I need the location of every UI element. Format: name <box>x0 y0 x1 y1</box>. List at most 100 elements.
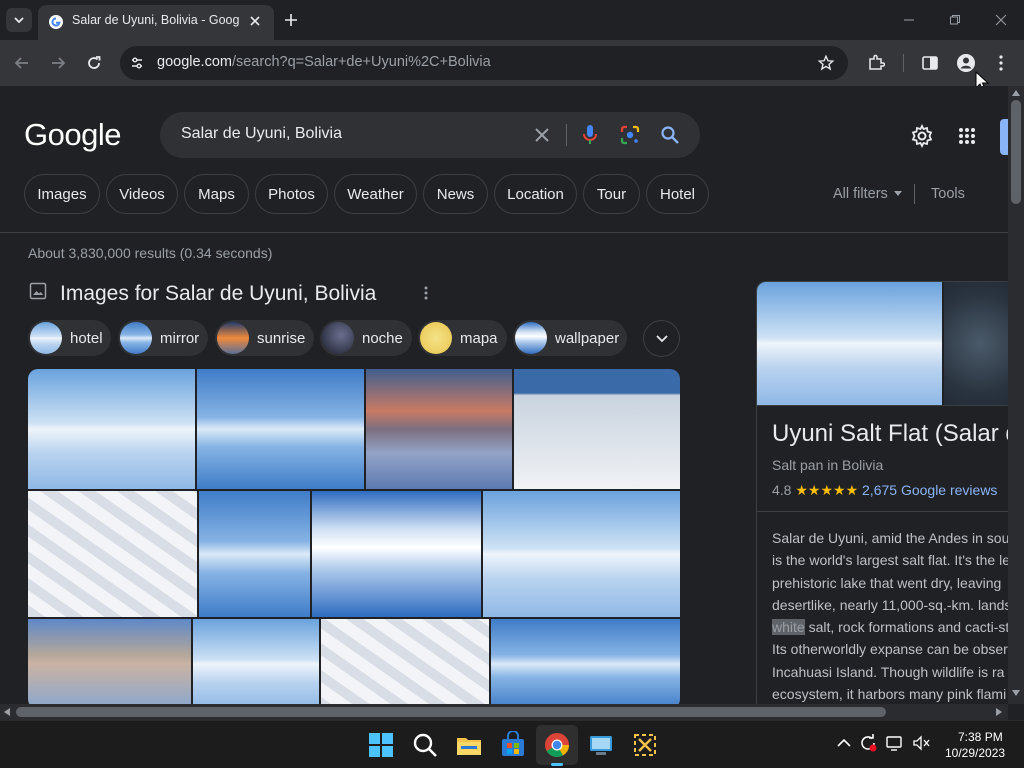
google-logo[interactable]: Google <box>24 117 121 153</box>
filter-images[interactable]: Images <box>24 174 100 214</box>
tab-active[interactable]: Salar de Uyuni, Bolivia - Google <box>38 5 274 40</box>
lens-icon[interactable] <box>620 125 640 145</box>
filter-maps[interactable]: Maps <box>184 174 249 214</box>
show-hidden-icons-icon[interactable] <box>837 738 851 748</box>
filter-videos[interactable]: Videos <box>106 174 178 214</box>
rating-row: 4.8 ★★★★★ 2,675 Google reviews <box>772 482 997 499</box>
filter-tour[interactable]: Tour <box>583 174 640 214</box>
clock-time[interactable]: 7:38 PM <box>958 730 1003 744</box>
search-input[interactable]: Salar de Uyuni, Bolivia <box>181 125 342 143</box>
image-result[interactable] <box>491 619 680 704</box>
knowledge-panel-description: Salar de Uyuni, amid the Andes in sou is… <box>772 527 1008 704</box>
image-chip-mirror[interactable]: mirror <box>118 320 208 356</box>
address-bar[interactable]: google.com/search?q=Salar+de+Uyuni%2C+Bo… <box>120 46 848 80</box>
restore-icon[interactable] <box>949 14 961 26</box>
vertical-scrollbar[interactable] <box>1008 86 1024 704</box>
reviews-link[interactable]: 2,675 Google reviews <box>862 482 997 498</box>
knowledge-panel-map[interactable] <box>944 282 1008 405</box>
horizontal-scrollbar[interactable] <box>0 704 1008 720</box>
clock-date[interactable]: 10/29/2023 <box>945 746 1005 760</box>
scroll-left-arrow-icon[interactable] <box>4 708 10 716</box>
images-section-title[interactable]: Images for Salar de Uyuni, Bolivia <box>60 282 376 306</box>
filter-weather[interactable]: Weather <box>334 174 417 214</box>
chip-thumbnail <box>515 322 547 354</box>
filter-news[interactable]: News <box>423 174 488 214</box>
image-result[interactable] <box>514 369 680 489</box>
image-result[interactable] <box>28 491 197 617</box>
image-chip-hotel[interactable]: hotel <box>28 320 111 356</box>
description-line: Its otherworldly expanse can be obser <box>772 641 1008 658</box>
highlighted-word: white <box>772 619 805 636</box>
clear-icon[interactable] <box>534 127 550 143</box>
reload-icon[interactable] <box>86 55 102 71</box>
chip-thumbnail <box>217 322 249 354</box>
knowledge-panel-photo[interactable] <box>757 282 942 405</box>
side-panel-icon[interactable] <box>921 54 939 72</box>
image-result[interactable] <box>321 619 489 704</box>
image-result[interactable] <box>193 619 319 704</box>
forward-icon[interactable] <box>50 55 66 71</box>
image-result[interactable] <box>312 491 481 617</box>
image-result[interactable] <box>28 369 195 489</box>
taskbar-search-icon[interactable] <box>411 731 439 759</box>
bookmark-star-icon[interactable] <box>817 54 835 72</box>
resize-tool-icon[interactable] <box>631 731 659 759</box>
horizontal-scroll-thumb[interactable] <box>16 707 886 717</box>
apps-grid-icon[interactable] <box>958 127 976 145</box>
description-line: prehistoric lake that went dry, leaving <box>772 574 1002 591</box>
image-chip-noche[interactable]: noche <box>320 320 412 356</box>
search-icon[interactable] <box>660 125 680 145</box>
search-box[interactable]: Salar de Uyuni, Bolivia <box>160 112 700 158</box>
filter-hotel[interactable]: Hotel <box>646 174 709 214</box>
close-tab-icon[interactable] <box>248 14 262 28</box>
scroll-right-arrow-icon[interactable] <box>996 708 1002 716</box>
image-result[interactable] <box>197 369 364 489</box>
file-explorer-icon[interactable] <box>455 731 483 759</box>
image-result[interactable] <box>366 369 512 489</box>
microphone-icon[interactable] <box>582 124 598 146</box>
chip-label: noche <box>362 329 403 347</box>
scroll-down-arrow-icon[interactable] <box>1012 690 1020 696</box>
sign-in-button[interactable] <box>1000 119 1008 155</box>
knowledge-panel: Uyuni Salt Flat (Salar d Salt pan in Bol… <box>756 281 1008 704</box>
minimize-icon[interactable] <box>903 14 915 26</box>
scroll-up-arrow-icon[interactable] <box>1012 90 1020 96</box>
image-result[interactable] <box>199 491 310 617</box>
extensions-icon[interactable] <box>867 54 885 72</box>
settings-gear-icon[interactable] <box>910 124 934 148</box>
back-icon[interactable] <box>14 55 30 71</box>
tools-button[interactable]: Tools <box>931 186 965 202</box>
tab-strip: Salar de Uyuni, Bolivia - Google <box>0 0 1024 40</box>
filter-photos[interactable]: Photos <box>255 174 328 214</box>
image-result[interactable] <box>483 491 680 617</box>
sync-status-icon[interactable] <box>859 734 877 752</box>
network-icon[interactable] <box>886 735 904 751</box>
profile-icon[interactable] <box>956 53 976 73</box>
remote-desktop-icon[interactable] <box>587 731 615 759</box>
expand-chips-button[interactable] <box>643 320 680 357</box>
all-filters-label: All filters <box>833 186 888 202</box>
more-options-icon[interactable] <box>422 285 430 301</box>
filter-location[interactable]: Location <box>494 174 577 214</box>
menu-kebab-icon[interactable] <box>996 54 1006 72</box>
site-info-icon[interactable] <box>130 56 144 70</box>
close-window-icon[interactable] <box>995 14 1007 26</box>
image-chip-wallpaper[interactable]: wallpaper <box>513 320 627 356</box>
all-filters-button[interactable]: All filters <box>833 186 902 202</box>
windows-start-icon[interactable] <box>367 731 395 759</box>
chip-label: mapa <box>460 329 498 347</box>
image-result[interactable] <box>28 619 191 704</box>
image-chip-mapa[interactable]: mapa <box>418 320 507 356</box>
new-tab-icon[interactable] <box>284 13 298 27</box>
tab-title: Salar de Uyuni, Bolivia - Google <box>72 13 240 27</box>
image-chip-sunrise[interactable]: sunrise <box>215 320 314 356</box>
image-icon <box>29 282 47 300</box>
chrome-icon[interactable] <box>543 731 571 759</box>
volume-muted-icon[interactable] <box>912 735 930 751</box>
chip-label: mirror <box>160 329 200 347</box>
description-line: Salar de Uyuni, amid the Andes in sou <box>772 530 1008 546</box>
google-favicon-icon <box>49 15 63 29</box>
tab-search-button[interactable] <box>6 8 32 32</box>
microsoft-store-icon[interactable] <box>499 731 527 759</box>
vertical-scroll-thumb[interactable] <box>1011 100 1021 204</box>
